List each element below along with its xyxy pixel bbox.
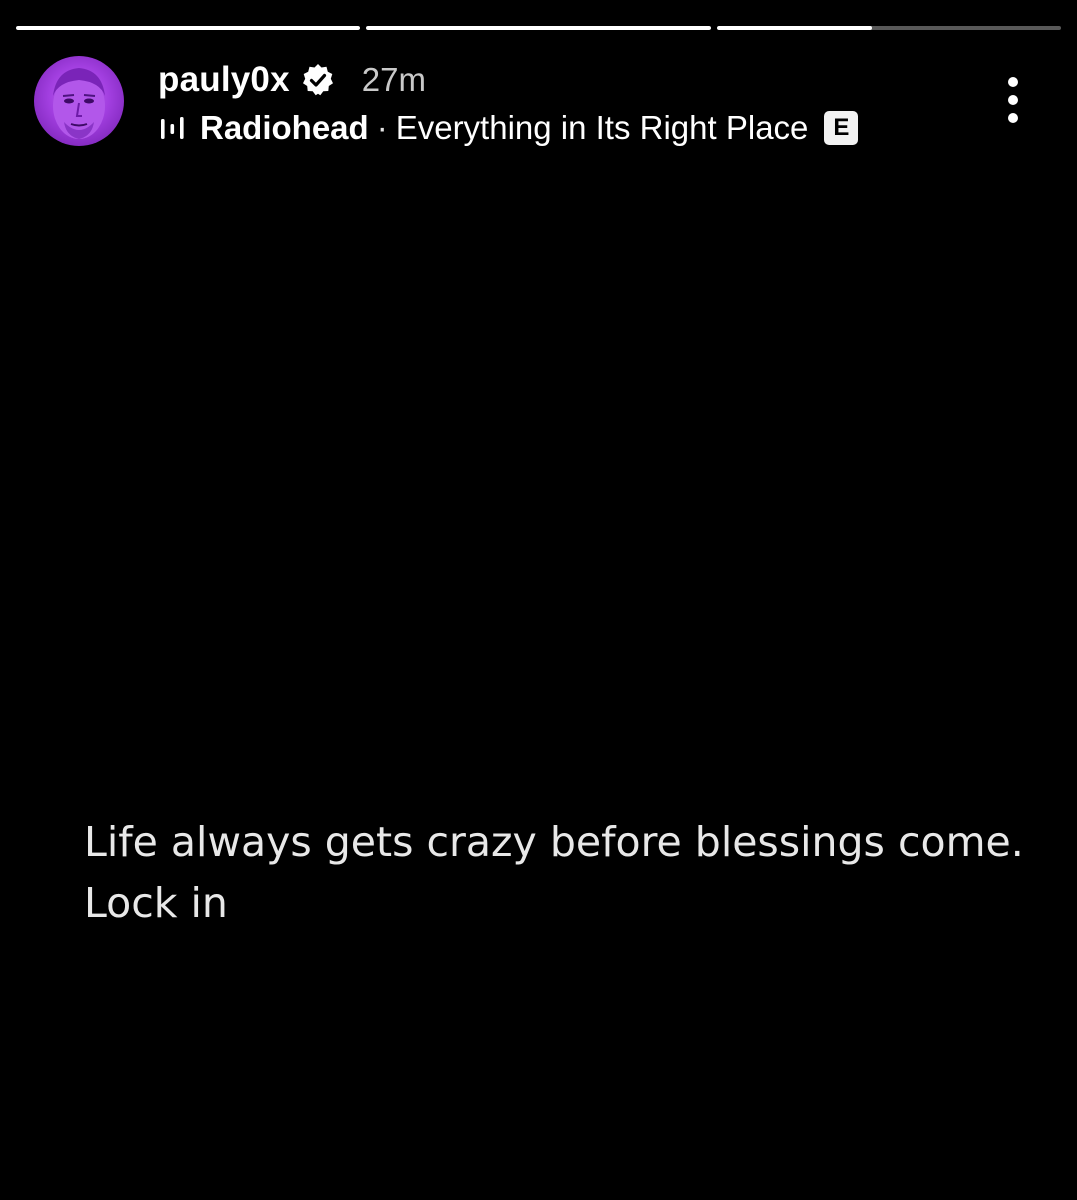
caption-line: Lock in bbox=[84, 879, 228, 927]
progress-segment bbox=[716, 26, 1061, 30]
story-meta: pauly0x 27m Radiohead · Everything in It… bbox=[158, 58, 859, 152]
separator: · bbox=[376, 109, 388, 146]
music-artist: Radiohead bbox=[200, 109, 369, 146]
progress-segment bbox=[16, 26, 361, 30]
more-vertical-icon bbox=[1008, 77, 1018, 123]
story-header: pauly0x 27m Radiohead · Everything in It… bbox=[34, 56, 1037, 148]
verified-badge-icon bbox=[300, 62, 336, 98]
avatar[interactable] bbox=[34, 56, 124, 146]
explicit-badge: E bbox=[824, 111, 859, 145]
music-title: Everything in Its Right Place bbox=[395, 109, 809, 146]
more-options-button[interactable] bbox=[993, 76, 1033, 124]
post-time: 27m bbox=[361, 61, 426, 98]
audio-bars-icon bbox=[158, 113, 188, 143]
story-progress bbox=[16, 26, 1061, 30]
story-caption: Life always gets crazy before blessings … bbox=[84, 812, 1044, 934]
caption-line: Life always gets crazy before blessings … bbox=[84, 818, 1024, 866]
music-sticker[interactable]: Radiohead · Everything in Its Right Plac… bbox=[158, 104, 859, 152]
progress-segment bbox=[366, 26, 711, 30]
username[interactable]: pauly0x bbox=[158, 60, 290, 100]
story-viewer[interactable]: pauly0x 27m Radiohead · Everything in It… bbox=[0, 0, 1077, 1200]
